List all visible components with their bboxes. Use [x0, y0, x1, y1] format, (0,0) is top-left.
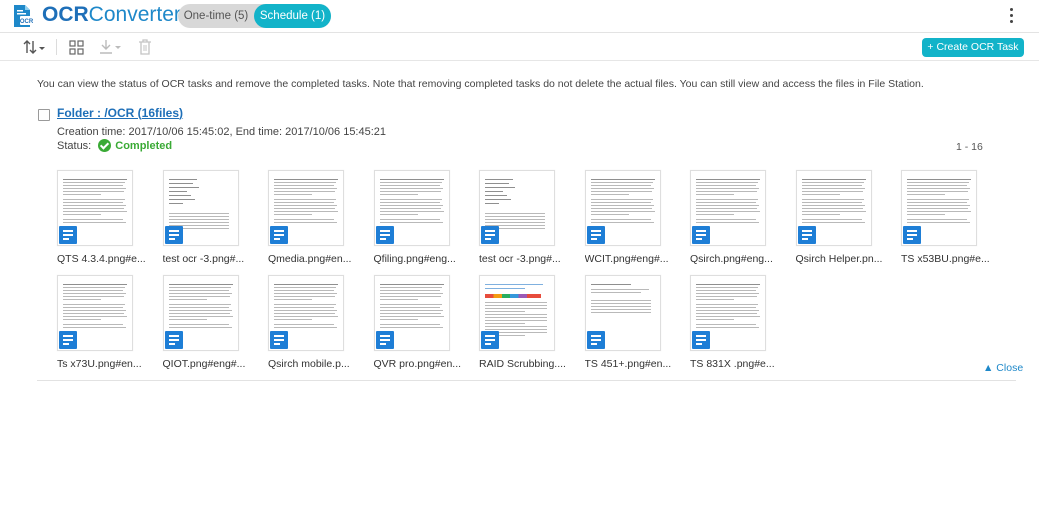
kebab-menu-icon[interactable] [1004, 4, 1020, 28]
task-status: Status: Completed [57, 139, 172, 152]
file-thumbnail[interactable]: WCIT.png#eng#... [584, 170, 685, 270]
status-value: Completed [115, 139, 173, 152]
text-document-icon [481, 226, 499, 244]
file-name-label: QTS 4.3.4.png#e... [57, 253, 146, 265]
text-document-icon [164, 331, 183, 349]
text-document-icon [375, 331, 394, 349]
task-times: Creation time: 2017/10/06 15:45:02, End … [57, 126, 387, 138]
toolbar-divider [56, 39, 57, 55]
file-thumbnail[interactable]: Ts x73U.png#en... [57, 275, 157, 375]
folder-link[interactable]: Folder : /OCR (16files) [57, 106, 183, 120]
close-link[interactable]: ▲ Close [983, 362, 1023, 374]
item-range: 1 - 16 [956, 141, 983, 153]
info-text: You can view the status of OCR tasks and… [37, 78, 924, 90]
text-document-icon [270, 331, 288, 349]
file-thumbnail[interactable]: TS 451+.png#en... [584, 275, 685, 375]
sort-icon[interactable] [22, 37, 48, 57]
status-label: Status: [57, 139, 92, 152]
file-thumbnail[interactable]: Qsirch Helper.pn... [795, 170, 896, 270]
file-thumbnail[interactable]: TS x53BU.png#e... [901, 170, 1001, 270]
file-thumbnail[interactable]: QTS 4.3.4.png#e... [57, 170, 157, 270]
file-thumbnail[interactable]: RAID Scrubbing.... [479, 275, 579, 375]
file-name-label: Qsirch.png#eng... [690, 253, 773, 265]
task-checkbox[interactable] [38, 109, 50, 121]
file-thumbnail[interactable]: QVR pro.png#en... [373, 275, 474, 375]
file-name-label: Ts x73U.png#en... [57, 358, 142, 370]
text-document-icon [692, 226, 710, 244]
file-thumbnail[interactable]: Qsirch.png#eng... [690, 170, 790, 270]
text-document-icon [270, 226, 288, 244]
trash-icon[interactable] [136, 37, 154, 57]
text-document-icon [59, 331, 77, 349]
app-header: OCR OCRConverter One-time (5) Schedule (… [0, 0, 1039, 33]
text-document-icon [586, 331, 605, 349]
svg-text:OCR: OCR [20, 19, 34, 25]
tab-one-time[interactable]: One-time (5) [178, 4, 254, 28]
file-thumbnail[interactable]: test ocr -3.png#... [162, 170, 263, 270]
create-ocr-task-button[interactable]: + Create OCR Task [922, 38, 1024, 57]
file-name-label: QIOT.png#eng#... [162, 358, 246, 370]
ocr-converter-logo-icon: OCR [14, 5, 34, 27]
check-circle-icon [98, 139, 112, 152]
file-name-label: TS x53BU.png#e... [901, 253, 990, 265]
tab-schedule[interactable]: Schedule (1) [254, 4, 331, 28]
section-divider [37, 380, 1016, 381]
file-name-label: Qsirch mobile.p... [268, 358, 350, 370]
toolbar: + Create OCR Task [0, 33, 1039, 61]
task-type-switch: One-time (5) Schedule (1) [178, 4, 331, 28]
text-document-icon [797, 226, 816, 244]
text-document-icon [59, 226, 77, 244]
text-document-icon [903, 226, 921, 244]
file-name-label: Qmedia.png#en... [268, 253, 352, 265]
text-document-icon [375, 226, 394, 244]
file-thumbnail[interactable]: QIOT.png#eng#... [162, 275, 263, 375]
file-name-label: TS 831X .png#e... [690, 358, 775, 370]
app-title: OCRConverter [42, 3, 181, 26]
grid-view-icon[interactable] [67, 37, 87, 57]
file-name-label: RAID Scrubbing.... [479, 358, 566, 370]
file-thumbnail[interactable]: test ocr -3.png#... [479, 170, 579, 270]
file-name-label: TS 451+.png#en... [584, 358, 672, 370]
text-document-icon [692, 331, 710, 349]
file-thumbnail[interactable]: Qfiling.png#eng... [373, 170, 474, 270]
file-thumbnail[interactable]: Qsirch mobile.p... [268, 275, 368, 375]
file-thumbnail[interactable]: Qmedia.png#en... [268, 170, 368, 270]
file-name-label: test ocr -3.png#... [479, 253, 561, 265]
file-name-label: Qfiling.png#eng... [373, 253, 456, 265]
text-document-icon [481, 331, 499, 349]
file-name-label: test ocr -3.png#... [162, 253, 245, 265]
file-name-label: QVR pro.png#en... [373, 358, 462, 370]
download-icon[interactable] [97, 37, 125, 57]
file-name-label: Qsirch Helper.pn... [795, 253, 883, 265]
file-thumbnail[interactable]: TS 831X .png#e... [690, 275, 790, 375]
text-document-icon [164, 226, 183, 244]
file-name-label: WCIT.png#eng#... [584, 253, 669, 265]
text-document-icon [586, 226, 605, 244]
